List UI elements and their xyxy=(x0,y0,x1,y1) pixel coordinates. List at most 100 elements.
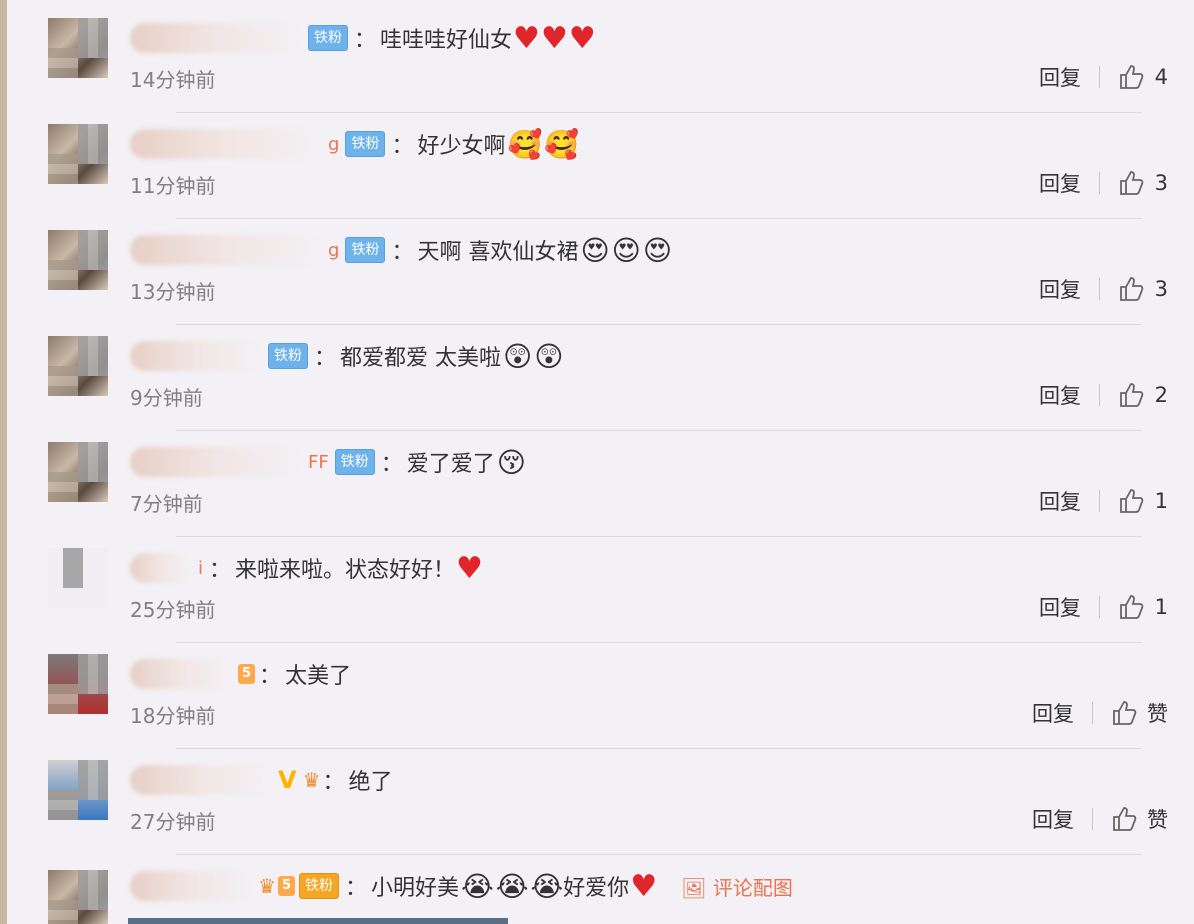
reply-button[interactable]: 回复 xyxy=(1039,380,1081,410)
comment-line: V ♛ ： 绝了 xyxy=(130,762,393,798)
colon: ： xyxy=(391,240,414,265)
kiss-face-icon: 😚 xyxy=(496,445,526,479)
reply-button[interactable]: 回复 xyxy=(1039,62,1081,92)
reply-button[interactable]: 回复 xyxy=(1039,274,1081,304)
tiefen-badge[interactable]: 铁粉 xyxy=(345,131,386,157)
username-tail[interactable]: g xyxy=(328,240,339,261)
verified-v-badge[interactable]: V xyxy=(278,766,297,794)
blurred-username[interactable] xyxy=(130,341,260,371)
like-count: 1 xyxy=(1154,489,1168,513)
avatar[interactable] xyxy=(48,442,108,502)
divider xyxy=(1099,596,1100,618)
love-face-icon: 🥰 xyxy=(544,127,580,161)
heart-eyes-icon: 😍 xyxy=(580,233,610,267)
thumbs-up-icon[interactable] xyxy=(1118,488,1144,514)
divider xyxy=(1099,66,1100,88)
comment-text: 小明好美 xyxy=(371,876,460,901)
comment-actions: 回复 2 xyxy=(1039,380,1168,410)
comment-line: 铁粉 ： 都爱都爱 太美啦 😲 😲 xyxy=(130,338,563,374)
comment-actions: 回复 3 xyxy=(1039,168,1168,198)
tiefen-badge[interactable]: 铁粉 xyxy=(268,343,308,369)
thumbs-up-icon[interactable] xyxy=(1118,382,1144,408)
colon: ： xyxy=(259,664,282,689)
avatar[interactable] xyxy=(48,870,108,924)
level-badge[interactable]: 5 xyxy=(277,876,295,896)
thumbs-up-icon[interactable] xyxy=(1118,594,1144,620)
crown-icon[interactable]: ♛ xyxy=(303,768,321,792)
crown-icon[interactable]: ♛ xyxy=(258,874,276,898)
comment-item: ♛ 5 铁粉 ： 小明好美 😭 😭 😭 好爱你 ♥ 🖼 评论配图 xyxy=(48,856,1168,924)
colon: ： xyxy=(314,346,337,371)
crying-face-icon: 😭 xyxy=(530,869,564,903)
crying-face-icon: 😭 xyxy=(461,869,494,903)
comment-line: FF 铁粉 ： 爱了爱了 😚 xyxy=(130,444,526,480)
comment-item: i ： 来啦来啦。状态好好！ ♥ 25分钟前 回复 1 xyxy=(48,536,1168,643)
tiefen-badge[interactable]: 铁粉 xyxy=(308,25,348,51)
avatar[interactable] xyxy=(48,336,108,396)
surprised-face-icon: 😲 xyxy=(503,339,533,373)
level-badge[interactable]: 5 xyxy=(238,664,256,684)
comment-item: 铁粉 ： 哇哇哇好仙女 ♥ ♥ ♥ 14分钟前 回复 4 xyxy=(48,6,1168,113)
thumbs-up-icon[interactable] xyxy=(1118,64,1144,90)
blurred-username[interactable] xyxy=(130,553,190,583)
reply-button[interactable]: 回复 xyxy=(1039,168,1081,198)
comment-item: FF 铁粉 ： 爱了爱了 😚 7分钟前 回复 1 xyxy=(48,430,1168,537)
love-face-icon: 🥰 xyxy=(507,127,543,161)
heart-icon: ♥ xyxy=(568,20,596,56)
blurred-username[interactable] xyxy=(130,659,230,689)
comment-image-preview[interactable] xyxy=(128,918,508,924)
comment-line: g 铁粉 ： 天啊 喜欢仙女裙 😍 😍 😍 xyxy=(130,232,672,268)
thumbs-up-icon[interactable] xyxy=(1118,276,1144,302)
comment-time: 25分钟前 xyxy=(130,598,216,622)
blurred-username[interactable] xyxy=(130,235,320,265)
comment-image-link[interactable]: 🖼 评论配图 xyxy=(681,872,793,901)
reply-button[interactable]: 回复 xyxy=(1039,486,1081,516)
reply-button[interactable]: 回复 xyxy=(1032,698,1074,728)
colon: ： xyxy=(391,134,414,159)
heart-icon: ♥ xyxy=(456,550,483,586)
avatar[interactable] xyxy=(48,760,108,820)
comment-item: 铁粉 ： 都爱都爱 太美啦 😲 😲 9分钟前 回复 2 xyxy=(48,324,1168,431)
colon: ： xyxy=(209,558,232,583)
comment-time: 27分钟前 xyxy=(130,810,216,834)
tiefen-badge[interactable]: 铁粉 xyxy=(298,873,339,899)
like-count: 1 xyxy=(1154,595,1168,619)
avatar[interactable] xyxy=(48,18,108,78)
blurred-username[interactable] xyxy=(130,447,300,477)
blurred-username[interactable] xyxy=(130,871,250,901)
avatar[interactable] xyxy=(48,548,108,608)
username-tail[interactable]: i xyxy=(198,558,203,579)
comment-text-after: 好爱你 xyxy=(563,876,630,901)
avatar[interactable] xyxy=(48,124,108,184)
username-tail[interactable]: g xyxy=(328,134,339,155)
blurred-username[interactable] xyxy=(130,129,320,159)
comment-time: 9分钟前 xyxy=(130,386,203,410)
thumbs-up-icon[interactable] xyxy=(1111,806,1137,832)
comment-item: g 铁粉 ： 天啊 喜欢仙女裙 😍 😍 😍 13分钟前 回复 3 xyxy=(48,218,1168,325)
thumbs-up-icon[interactable] xyxy=(1118,170,1144,196)
blurred-username[interactable] xyxy=(130,23,300,53)
comment-text: 哇哇哇好仙女 xyxy=(380,28,513,53)
colon: ： xyxy=(354,28,377,53)
thumbs-up-icon[interactable] xyxy=(1111,700,1137,726)
blurred-username[interactable] xyxy=(130,765,270,795)
comment-line: i ： 来啦来啦。状态好好！ ♥ xyxy=(130,550,483,586)
reply-button[interactable]: 回复 xyxy=(1032,804,1074,834)
avatar[interactable] xyxy=(48,654,108,714)
like-count: 4 xyxy=(1154,65,1168,89)
colon: ： xyxy=(322,770,345,795)
comment-time: 11分钟前 xyxy=(130,174,216,198)
tiefen-badge[interactable]: 铁粉 xyxy=(334,449,375,475)
comment-text: 好少女啊 xyxy=(417,134,506,159)
colon: ： xyxy=(380,452,403,477)
comment-actions: 回复 赞 xyxy=(1032,804,1168,834)
heart-eyes-icon: 😍 xyxy=(642,233,673,267)
surprised-face-icon: 😲 xyxy=(534,339,564,373)
tiefen-badge[interactable]: 铁粉 xyxy=(345,237,386,263)
image-icon: 🖼 xyxy=(681,875,707,900)
comment-line: ♛ 5 铁粉 ： 小明好美 😭 😭 😭 好爱你 ♥ 🖼 评论配图 xyxy=(130,868,793,904)
username-tail[interactable]: FF xyxy=(308,452,329,473)
avatar[interactable] xyxy=(48,230,108,290)
divider xyxy=(1099,384,1100,406)
reply-button[interactable]: 回复 xyxy=(1039,592,1081,622)
